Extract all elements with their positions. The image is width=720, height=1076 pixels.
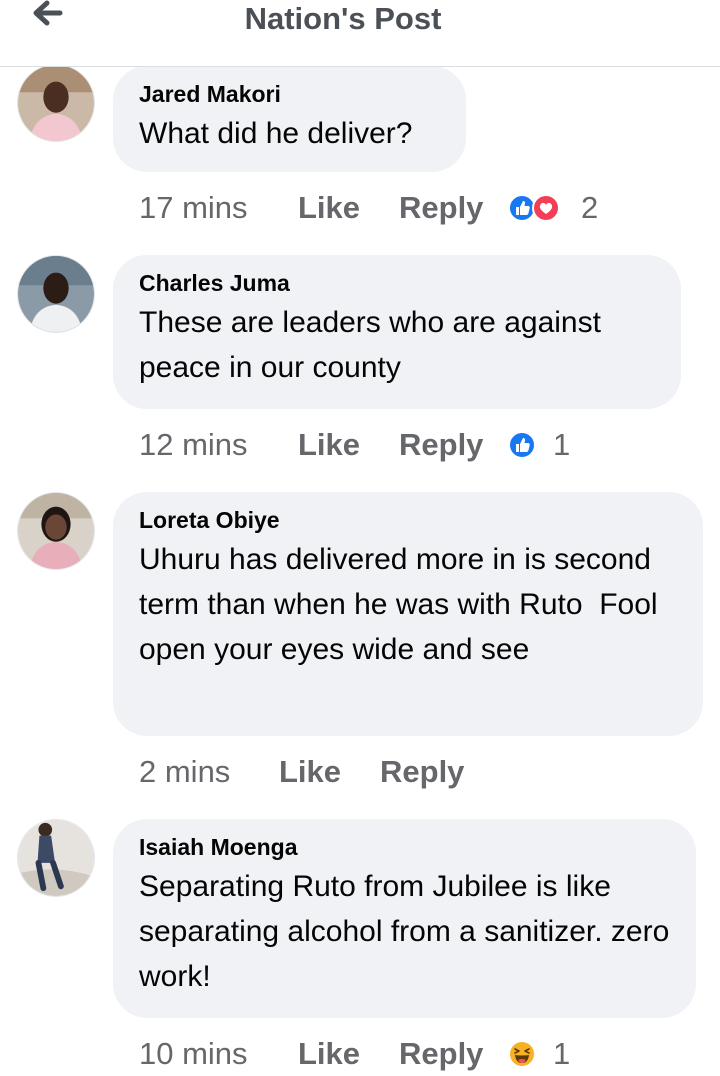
comment-bubble: Isaiah Moenga Separating Ruto from Jubil… bbox=[113, 819, 696, 1018]
comment-text: These are leaders who are against peace … bbox=[139, 306, 601, 384]
reply-button[interactable]: Reply bbox=[399, 186, 483, 230]
comment-timestamp[interactable]: 2 mins bbox=[139, 750, 230, 794]
page-title: Nation's Post bbox=[244, 1, 442, 36]
haha-reaction-icon[interactable] bbox=[507, 1039, 537, 1069]
comment-bubble: Charles Juma These are leaders who are a… bbox=[113, 255, 681, 409]
reply-button[interactable]: Reply bbox=[399, 423, 483, 467]
reply-button[interactable]: Reply bbox=[399, 1032, 483, 1076]
comment-timestamp[interactable]: 10 mins bbox=[139, 1032, 248, 1076]
comment-text: Separating Ruto from Jubilee is like sep… bbox=[139, 870, 670, 993]
avatar[interactable] bbox=[17, 64, 95, 142]
avatar[interactable] bbox=[17, 492, 95, 570]
comment-author[interactable]: Charles Juma bbox=[139, 269, 655, 297]
avatar[interactable] bbox=[17, 819, 95, 897]
like-button[interactable]: Like bbox=[279, 750, 341, 794]
comment-timestamp[interactable]: 17 mins bbox=[139, 186, 248, 230]
comment-bubble: Loreta Obiye Uhuru has delivered more in… bbox=[113, 492, 703, 736]
like-button[interactable]: Like bbox=[298, 423, 360, 467]
comment-text: What did he deliver? bbox=[139, 117, 413, 150]
like-button[interactable]: Like bbox=[298, 186, 360, 230]
comment-bubble: Jared Makori What did he deliver? bbox=[113, 66, 466, 172]
top-bar: Nation's Post bbox=[0, 0, 720, 67]
reply-button[interactable]: Reply bbox=[380, 750, 464, 794]
comment-author[interactable]: Isaiah Moenga bbox=[139, 833, 670, 861]
comment-timestamp[interactable]: 12 mins bbox=[139, 423, 248, 467]
reaction-count[interactable]: 1 bbox=[553, 423, 570, 467]
love-reaction-icon[interactable] bbox=[531, 193, 561, 223]
comment-author[interactable]: Jared Makori bbox=[139, 80, 440, 108]
comment-author[interactable]: Loreta Obiye bbox=[139, 506, 677, 534]
reaction-count[interactable]: 1 bbox=[553, 1032, 570, 1076]
avatar[interactable] bbox=[17, 255, 95, 333]
like-reaction-icon[interactable] bbox=[507, 430, 537, 460]
comment-text: Uhuru has delivered more in is second te… bbox=[139, 543, 666, 666]
reaction-count[interactable]: 2 bbox=[581, 186, 598, 230]
like-button[interactable]: Like bbox=[298, 1032, 360, 1076]
